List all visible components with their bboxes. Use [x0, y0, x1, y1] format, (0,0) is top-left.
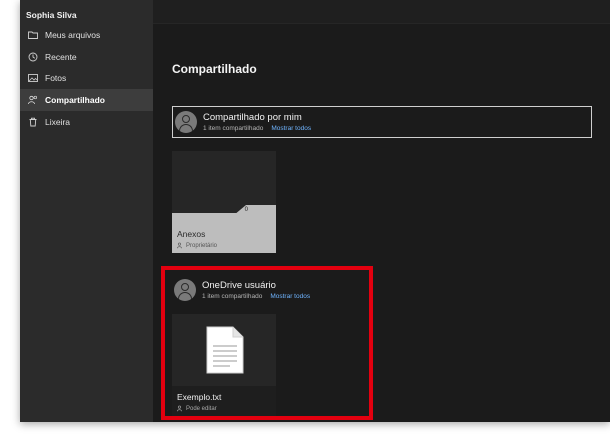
sidebar-item-compartilhado[interactable]: Compartilhado	[20, 89, 153, 111]
section-shared-by-me[interactable]: Compartilhado por mim 1 item compartilha…	[172, 106, 592, 138]
sidebar-item-label: Compartilhado	[45, 95, 105, 105]
clock-icon	[27, 51, 39, 63]
item-count: 1 item compartilhado	[202, 293, 263, 300]
tile-subtitle: Proprietário	[177, 242, 217, 249]
sidebar-item-label: Recente	[45, 52, 77, 62]
file-tile-exemplo[interactable]: Exemplo.txt Pode editar	[172, 314, 276, 416]
section-onedrive-user[interactable]: OneDrive usuário 1 item compartilhado Mos…	[172, 274, 592, 306]
people-icon	[27, 94, 39, 106]
top-bar	[153, 0, 610, 24]
sidebar-item-recente[interactable]: Recente	[20, 46, 153, 68]
section-meta: 1 item compartilhado Mostrar todos	[203, 125, 311, 132]
show-all-link[interactable]: Mostrar todos	[270, 293, 310, 300]
item-count: 1 item compartilhado	[203, 125, 264, 132]
folder-item-count: 0	[244, 207, 248, 213]
sidebar-item-label: Meus arquivos	[45, 30, 101, 40]
section-meta: 1 item compartilhado Mostrar todos	[202, 293, 310, 300]
tile-subtitle: Pode editar	[177, 405, 217, 412]
trash-icon	[27, 116, 39, 128]
tile-name: Anexos	[177, 229, 206, 239]
section-title: OneDrive usuário	[202, 280, 276, 291]
main-content: Compartilhado Compartilhado por mim 1 it…	[153, 24, 610, 422]
text-file-icon	[206, 326, 244, 374]
folder-tile-anexos[interactable]: 0 Anexos Proprietário	[172, 151, 276, 253]
avatar	[175, 111, 197, 133]
avatar	[174, 279, 196, 301]
user-name: Sophia Silva	[26, 10, 77, 20]
people-icon	[177, 405, 182, 412]
sidebar: Sophia Silva Meus arquivos Recente Fotos…	[20, 0, 153, 422]
sidebar-item-label: Fotos	[45, 73, 67, 83]
sidebar-item-fotos[interactable]: Fotos	[20, 67, 153, 89]
onedrive-window: Sophia Silva Meus arquivos Recente Fotos…	[20, 0, 610, 422]
people-icon	[177, 242, 182, 249]
show-all-link[interactable]: Mostrar todos	[271, 125, 311, 132]
folder-icon	[27, 29, 39, 41]
sidebar-item-label: Lixeira	[45, 117, 71, 127]
section-title: Compartilhado por mim	[203, 112, 302, 123]
photo-icon	[27, 72, 39, 84]
sidebar-item-meus-arquivos[interactable]: Meus arquivos	[20, 24, 153, 46]
tile-name: Exemplo.txt	[177, 392, 222, 402]
page-title: Compartilhado	[172, 62, 257, 76]
sidebar-item-lixeira[interactable]: Lixeira	[20, 111, 153, 133]
